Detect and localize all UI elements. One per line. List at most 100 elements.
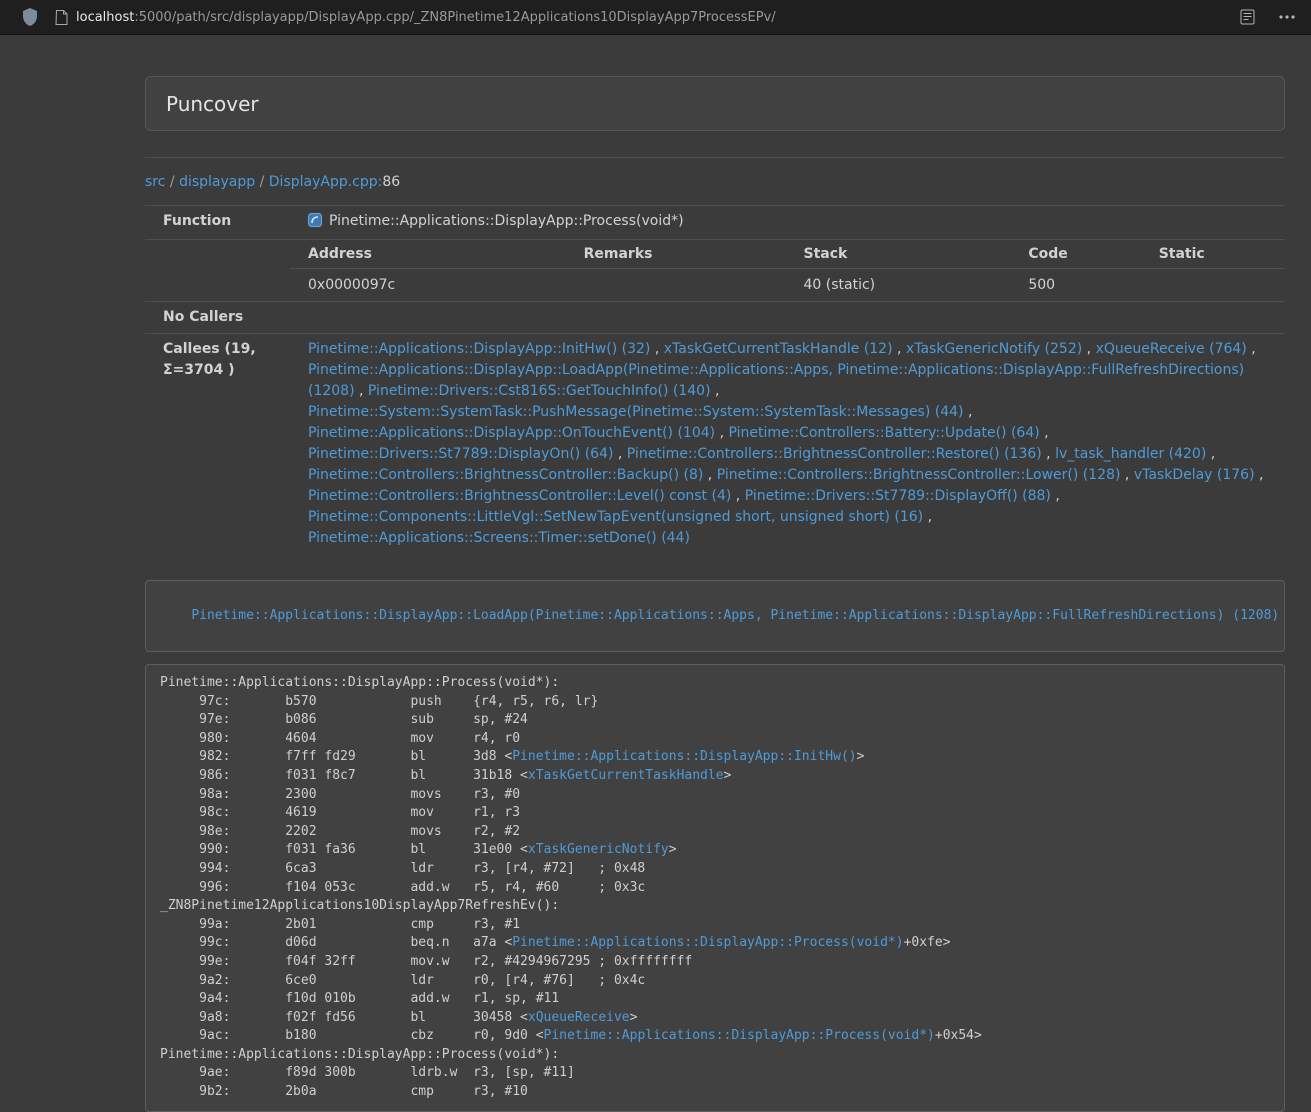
remarks-value (566, 269, 786, 302)
callee-separator: , (964, 404, 973, 420)
metrics-table: Address Remarks Stack Code Static 0x0000… (290, 240, 1285, 301)
callee-link[interactable]: xTaskGenericNotify (252) (906, 341, 1082, 357)
callee-separator: , (1040, 425, 1049, 441)
callee-link[interactable]: Pinetime::Applications::Screens::Timer::… (308, 530, 690, 546)
callee-separator: , (715, 425, 728, 441)
code-text: 986: f031 f8c7 bl 31b18 < (160, 768, 528, 783)
code-text: 9ac: b180 cbz r0, 9d0 < (160, 1028, 544, 1043)
code-text: Pinetime::Applications::DisplayApp::Proc… (160, 675, 559, 690)
url-bar[interactable]: localhost:5000/path/src/displayapp/Displ… (76, 10, 776, 25)
callee-separator: , (650, 341, 663, 357)
reader-mode-icon[interactable] (1240, 9, 1255, 25)
code-line: 9ac: b180 cbz r0, 9d0 <Pinetime::Applica… (160, 1027, 1270, 1046)
metrics-header-row: Address Remarks Stack Code Static (290, 240, 1285, 269)
function-row-label: Function (145, 206, 290, 240)
callees-row: Callees (19, Σ=3704 ) Pinetime::Applicat… (145, 334, 1285, 555)
code-line: 9a4: f10d 010b add.w r1, sp, #11 (160, 990, 1270, 1009)
highlighted-symbol-link[interactable]: Pinetime::Applications::DisplayApp::Load… (191, 608, 1279, 623)
callee-link[interactable]: Pinetime::Components::LittleVgl::SetNewT… (308, 509, 923, 525)
code-text: 980: 4604 mov r4, r0 (160, 731, 520, 746)
callee-link[interactable]: Pinetime::Controllers::BrightnessControl… (308, 467, 703, 483)
callee-link[interactable]: Pinetime::System::SystemTask::PushMessag… (308, 404, 964, 420)
code-text: 9a2: 6ce0 ldr r0, [r4, #76] ; 0x4c (160, 973, 645, 988)
code-line: 9ae: f89d 300b ldrb.w r3, [sp, #11] (160, 1064, 1270, 1083)
callee-link[interactable]: Pinetime::Drivers::St7789::DisplayOff() … (745, 488, 1051, 504)
code-size-value: 500 (1010, 269, 1140, 302)
callee-link[interactable]: Pinetime::Applications::DisplayApp::OnTo… (308, 425, 715, 441)
callee-link[interactable]: Pinetime::Controllers::BrightnessControl… (627, 446, 1042, 462)
breadcrumb: src / displayapp / DisplayApp.cpp:86 (145, 174, 1285, 190)
code-line: _ZN8Pinetime12Applications10DisplayApp7R… (160, 897, 1270, 916)
code-line: 97e: b086 sub sp, #24 (160, 711, 1270, 730)
no-callers-label: No Callers (145, 302, 290, 334)
breadcrumb-link-file[interactable]: DisplayApp.cpp: (269, 174, 383, 190)
security-shield-icon[interactable] (22, 8, 38, 26)
code-text: 99e: f04f 32ff mov.w r2, #4294967295 ; 0… (160, 954, 692, 969)
breadcrumb-link-src[interactable]: src (145, 174, 165, 190)
code-line: 9a8: f02f fd56 bl 30458 <xQueueReceive> (160, 1009, 1270, 1028)
code-text: 9a4: f10d 010b add.w r1, sp, #11 (160, 991, 559, 1006)
callee-link[interactable]: xQueueReceive (764) (1096, 341, 1247, 357)
code-text: 99a: 2b01 cmp r3, #1 (160, 917, 520, 932)
url-path: :5000/path/src/displayapp/DisplayApp.cpp… (134, 10, 775, 25)
browser-chrome: localhost:5000/path/src/displayapp/Displ… (0, 0, 1311, 35)
code-text: _ZN8Pinetime12Applications10DisplayApp7R… (160, 898, 559, 913)
code-line: 994: 6ca3 ldr r3, [r4, #72] ; 0x48 (160, 860, 1270, 879)
function-type-icon (308, 213, 322, 234)
callee-separator: , (1255, 467, 1264, 483)
callee-separator: , (613, 446, 626, 462)
callee-link[interactable]: Pinetime::Controllers::BrightnessControl… (717, 467, 1121, 483)
callee-link[interactable]: Pinetime::Drivers::St7789::DisplayOn() (… (308, 446, 613, 462)
callee-separator: , (1082, 341, 1095, 357)
code-symbol-link[interactable]: Pinetime::Applications::DisplayApp::Init… (512, 749, 856, 764)
breadcrumb-link-displayapp[interactable]: displayapp (179, 174, 255, 190)
code-line: 982: f7ff fd29 bl 3d8 <Pinetime::Applica… (160, 748, 1270, 767)
code-symbol-link[interactable]: xQueueReceive (528, 1010, 630, 1025)
no-callers-row: No Callers (145, 302, 1285, 334)
callee-separator: , (711, 383, 720, 399)
column-address: Address (290, 240, 566, 269)
callee-link[interactable]: vTaskDelay (176) (1134, 467, 1255, 483)
callee-link[interactable]: xTaskGetCurrentTaskHandle (12) (664, 341, 893, 357)
code-text: +0xfe> (904, 935, 951, 950)
menu-icon[interactable] (1279, 15, 1295, 19)
breadcrumb-separator: / (255, 174, 269, 190)
page-icon (55, 10, 68, 25)
breadcrumb-separator: / (165, 174, 179, 190)
callee-separator: , (1042, 446, 1055, 462)
code-line: Pinetime::Applications::DisplayApp::Proc… (160, 1046, 1270, 1065)
code-text: 98e: 2202 movs r2, #2 (160, 824, 520, 839)
callee-link[interactable]: Pinetime::Applications::DisplayApp::Init… (308, 341, 650, 357)
code-text: 994: 6ca3 ldr r3, [r4, #72] ; 0x48 (160, 861, 645, 876)
code-line: 9b2: 2b0a cmp r3, #10 (160, 1083, 1270, 1102)
callee-separator: , (703, 467, 716, 483)
divider (145, 157, 1285, 158)
callee-separator: , (1206, 446, 1215, 462)
code-symbol-link[interactable]: xTaskGenericNotify (528, 842, 669, 857)
code-text: 98c: 4619 mov r1, r3 (160, 805, 520, 820)
callee-separator: , (1247, 341, 1256, 357)
code-symbol-link[interactable]: Pinetime::Applications::DisplayApp::Proc… (544, 1028, 935, 1043)
callee-separator: , (1120, 467, 1133, 483)
code-text: 9b2: 2b0a cmp r3, #10 (160, 1084, 528, 1099)
code-line: 98e: 2202 movs r2, #2 (160, 823, 1270, 842)
line-number: 86 (382, 174, 400, 190)
metrics-value-row: 0x0000097c 40 (static) 500 (290, 269, 1285, 302)
callees-list: Pinetime::Applications::DisplayApp::Init… (290, 334, 1285, 555)
callee-link[interactable]: Pinetime::Controllers::BrightnessControl… (308, 488, 731, 504)
url-host: localhost (76, 10, 134, 25)
callee-link[interactable]: Pinetime::Controllers::Battery::Update()… (728, 425, 1039, 441)
code-line: 98c: 4619 mov r1, r3 (160, 804, 1270, 823)
code-symbol-link[interactable]: xTaskGetCurrentTaskHandle (528, 768, 724, 783)
code-text: +0x54> (935, 1028, 982, 1043)
address-value: 0x0000097c (290, 269, 566, 302)
content-area: Puncover src / displayapp / DisplayApp.c… (145, 35, 1285, 1112)
callee-link[interactable]: lv_task_handler (420) (1055, 446, 1206, 462)
code-text: 982: f7ff fd29 bl 3d8 < (160, 749, 512, 764)
callee-link[interactable]: Pinetime::Drivers::Cst816S::GetTouchInfo… (368, 383, 711, 399)
function-row: Function Pinetime::Applications::Display… (145, 206, 1285, 240)
code-symbol-link[interactable]: Pinetime::Applications::DisplayApp::Proc… (512, 935, 903, 950)
column-remarks: Remarks (566, 240, 786, 269)
static-value (1141, 269, 1285, 302)
function-table: Function Pinetime::Applications::Display… (145, 205, 1285, 554)
